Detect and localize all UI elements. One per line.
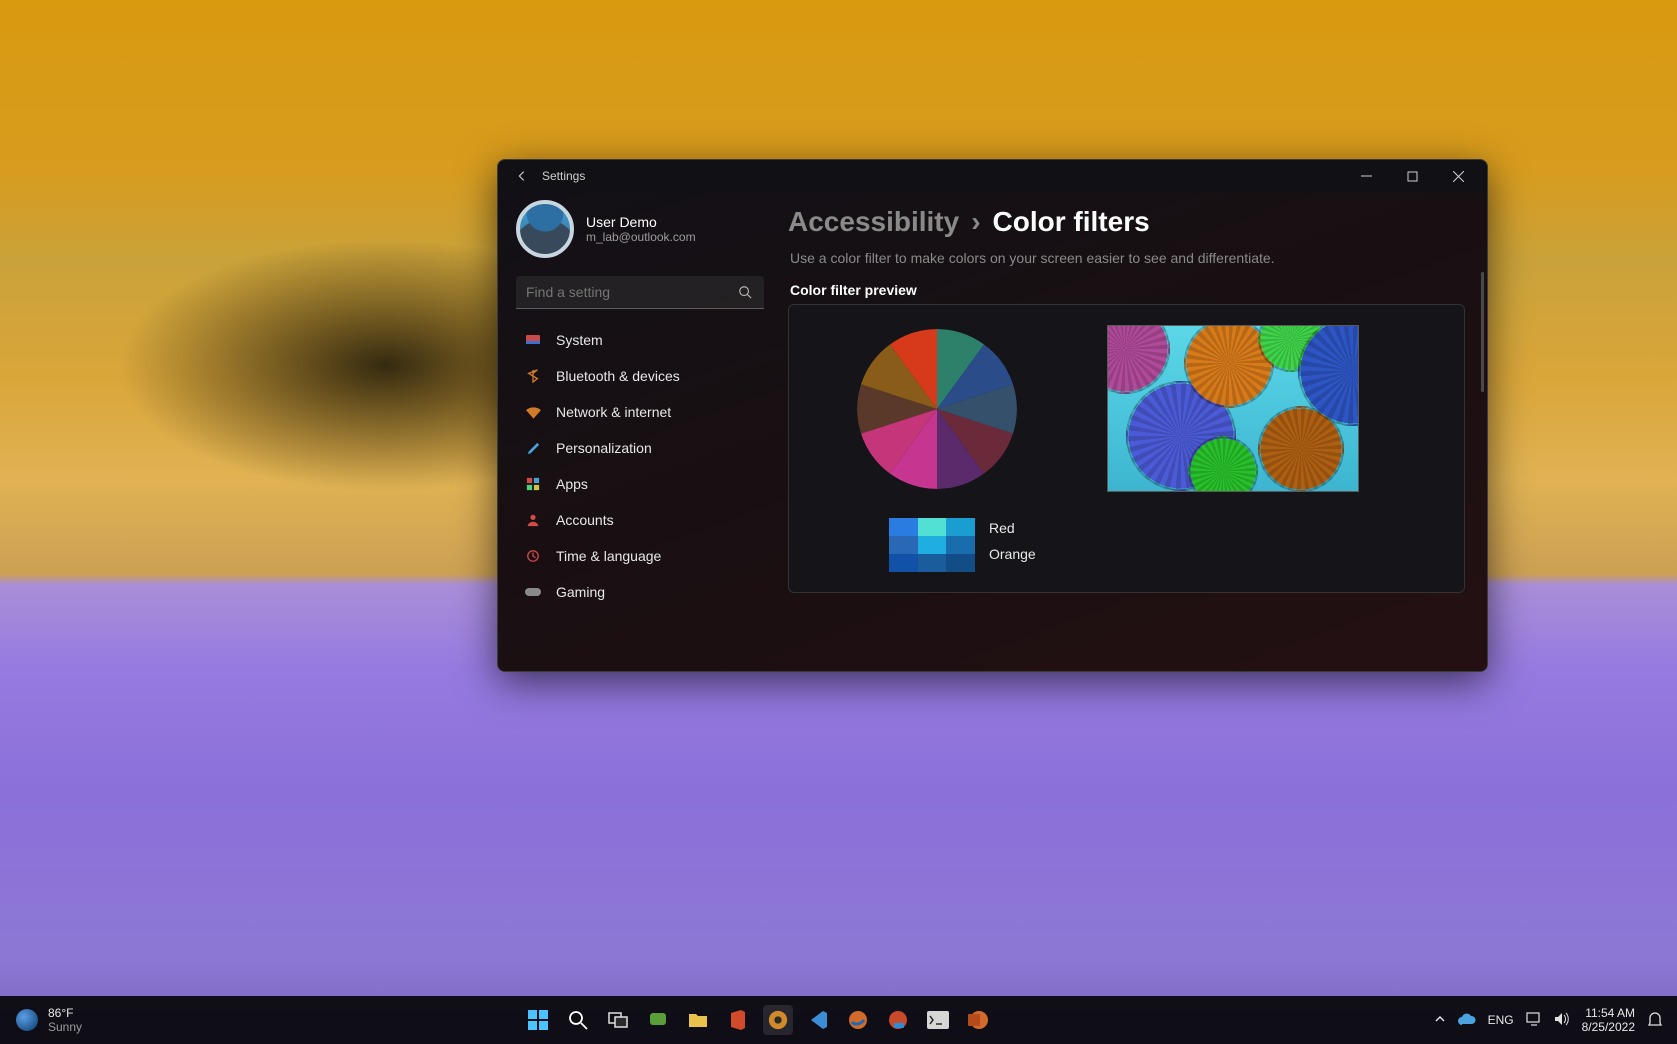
minimize-button[interactable] — [1343, 161, 1389, 191]
nav-personalization[interactable]: Personalization — [516, 431, 764, 465]
person-icon — [524, 511, 542, 529]
apps-icon — [524, 475, 542, 493]
tray-language[interactable]: ENG — [1488, 1013, 1514, 1027]
start-button[interactable] — [523, 1005, 553, 1035]
chat-icon — [648, 1010, 668, 1030]
nav-label: Gaming — [556, 584, 605, 600]
weather-icon — [16, 1009, 38, 1031]
nav-label: Time & language — [556, 548, 661, 564]
close-icon — [1453, 171, 1464, 182]
maximize-button[interactable] — [1389, 161, 1435, 191]
window-title: Settings — [542, 169, 585, 183]
breadcrumb: Accessibility › Color filters — [788, 206, 1465, 238]
nav-apps[interactable]: Apps — [516, 467, 764, 501]
nav-label: System — [556, 332, 603, 348]
color-wheel-preview — [857, 329, 1017, 489]
taskbar-weather[interactable]: 86°F Sunny — [0, 1006, 82, 1034]
nav-label: Apps — [556, 476, 588, 492]
tray-network-icon[interactable] — [1526, 1012, 1542, 1029]
scrollbar-thumb[interactable] — [1481, 272, 1484, 392]
color-name-list: Red Orange — [989, 518, 1036, 562]
task-view-button[interactable] — [603, 1005, 633, 1035]
tray-notifications-icon[interactable] — [1647, 1011, 1663, 1030]
taskbar-app-chat[interactable] — [643, 1005, 673, 1035]
swatch-grid-preview — [889, 518, 975, 572]
user-profile[interactable]: User Demo m_lab@outlook.com — [516, 198, 764, 272]
taskbar-app-edge-canary[interactable] — [883, 1005, 913, 1035]
maximize-icon — [1407, 171, 1418, 182]
taskbar-app-vscode[interactable] — [803, 1005, 833, 1035]
taskbar-center — [82, 1005, 1434, 1035]
nav-label: Personalization — [556, 440, 652, 456]
taskbar-app-explorer[interactable] — [683, 1005, 713, 1035]
weather-condition: Sunny — [48, 1020, 82, 1034]
edge-canary-icon — [888, 1010, 908, 1030]
settings-window: Settings User Demo m_lab@outlook.com — [497, 159, 1488, 672]
taskbar-app-settings[interactable] — [763, 1005, 793, 1035]
minimize-icon — [1361, 171, 1372, 182]
settings-sidebar: User Demo m_lab@outlook.com System — [498, 192, 782, 671]
arrow-left-icon — [515, 169, 529, 183]
back-button[interactable] — [508, 162, 536, 190]
search-input[interactable] — [516, 276, 764, 308]
settings-content: Accessibility › Color filters Use a colo… — [782, 192, 1487, 671]
wifi-icon — [524, 403, 542, 421]
clock-icon — [524, 547, 542, 565]
folder-icon — [688, 1011, 708, 1029]
nav-label: Network & internet — [556, 404, 671, 420]
chevron-right-icon: › — [971, 206, 980, 238]
profile-name: User Demo — [586, 214, 696, 230]
window-titlebar: Settings — [498, 160, 1487, 192]
search-icon — [568, 1010, 588, 1030]
edge-icon — [848, 1010, 868, 1030]
avatar — [516, 200, 574, 258]
section-preview-label: Color filter preview — [790, 282, 1465, 298]
monitor-icon — [524, 331, 542, 349]
bluetooth-icon — [524, 367, 542, 385]
terminal-icon — [927, 1011, 949, 1029]
color-name-orange: Orange — [989, 546, 1036, 562]
color-name-red: Red — [989, 520, 1036, 536]
tray-date: 8/25/2022 — [1582, 1020, 1635, 1034]
windows-icon — [528, 1010, 548, 1030]
gamepad-icon — [524, 583, 542, 601]
close-button[interactable] — [1435, 161, 1481, 191]
breadcrumb-current: Color filters — [993, 206, 1150, 238]
breadcrumb-parent[interactable]: Accessibility — [788, 206, 959, 238]
task-view-icon — [608, 1012, 628, 1028]
taskbar: 86°F Sunny — [0, 996, 1677, 1044]
tray-chevron-up-icon[interactable] — [1434, 1013, 1446, 1028]
vscode-icon — [808, 1010, 828, 1030]
weather-temp: 86°F — [48, 1006, 82, 1020]
search-icon — [738, 285, 752, 304]
nav-accounts[interactable]: Accounts — [516, 503, 764, 537]
taskbar-app-powerpoint[interactable] — [963, 1005, 993, 1035]
nav-gaming[interactable]: Gaming — [516, 575, 764, 609]
tray-clock[interactable]: 11:54 AM 8/25/2022 — [1582, 1006, 1635, 1034]
taskbar-app-terminal[interactable] — [923, 1005, 953, 1035]
nav-bluetooth[interactable]: Bluetooth & devices — [516, 359, 764, 393]
tray-volume-icon[interactable] — [1554, 1012, 1570, 1029]
nav-label: Bluetooth & devices — [556, 368, 680, 384]
tray-onedrive-icon[interactable] — [1458, 1012, 1476, 1029]
nav-network[interactable]: Network & internet — [516, 395, 764, 429]
sample-image-preview — [1107, 325, 1359, 492]
taskbar-app-edge[interactable] — [843, 1005, 873, 1035]
paintbrush-icon — [524, 439, 542, 457]
taskbar-search-button[interactable] — [563, 1005, 593, 1035]
nav-label: Accounts — [556, 512, 614, 528]
page-description: Use a color filter to make colors on you… — [790, 250, 1465, 266]
powerpoint-icon — [968, 1010, 988, 1030]
tray-time: 11:54 AM — [1582, 1006, 1635, 1020]
office-icon — [729, 1010, 747, 1030]
search-field-wrapper — [516, 276, 764, 309]
nav-time[interactable]: Time & language — [516, 539, 764, 573]
nav-system[interactable]: System — [516, 323, 764, 357]
taskbar-app-office[interactable] — [723, 1005, 753, 1035]
color-filter-preview-panel: Red Orange — [788, 304, 1465, 593]
taskbar-tray: ENG 11:54 AM 8/25/2022 — [1434, 1006, 1677, 1034]
gear-icon — [767, 1009, 789, 1031]
nav: System Bluetooth & devices Network & int… — [516, 323, 764, 609]
profile-email: m_lab@outlook.com — [586, 230, 696, 244]
